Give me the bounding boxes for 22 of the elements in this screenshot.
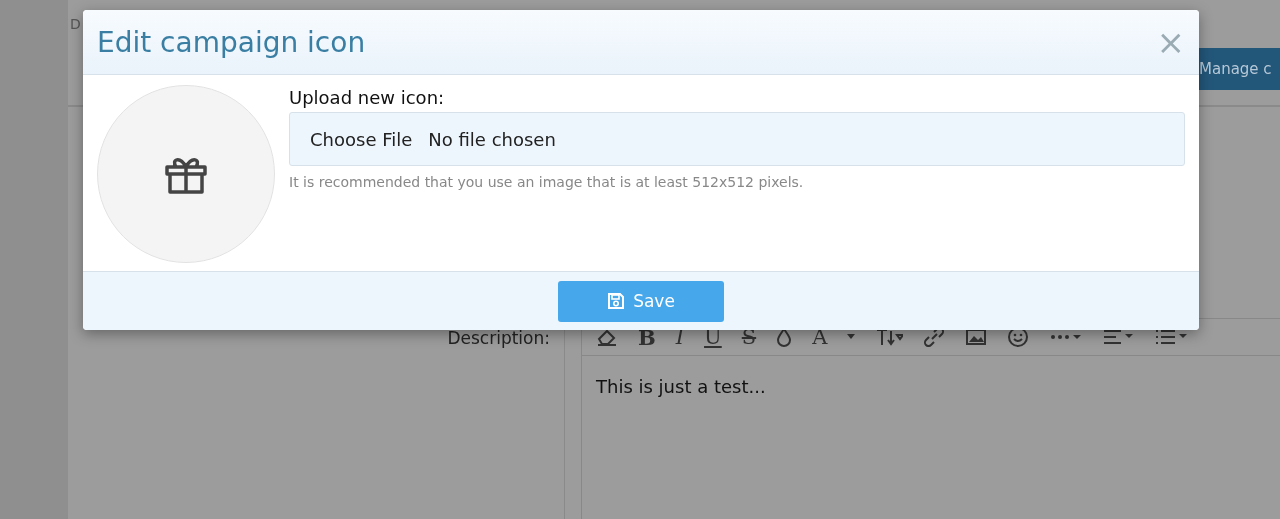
- close-button[interactable]: ×: [1156, 25, 1185, 59]
- manage-button[interactable]: Manage c: [1197, 48, 1280, 90]
- dialog-title: Edit campaign icon: [97, 25, 366, 59]
- link-icon[interactable]: [923, 327, 946, 347]
- more-icon[interactable]: [1049, 332, 1084, 342]
- choose-file-button[interactable]: Choose File: [310, 128, 413, 150]
- upload-label: Upload new icon:: [289, 87, 446, 108]
- file-status: No file chosen: [428, 128, 556, 150]
- save-button[interactable]: Save: [558, 280, 724, 322]
- file-input[interactable]: Choose File No file chosen: [289, 112, 1185, 166]
- font-size-icon[interactable]: [875, 327, 904, 347]
- description-label: Description:: [447, 328, 550, 350]
- caret-icon[interactable]: [847, 334, 856, 340]
- save-icon: [607, 292, 626, 310]
- eraser-icon[interactable]: [596, 327, 618, 347]
- droplet-icon[interactable]: [776, 327, 793, 347]
- list-icon[interactable]: [1155, 328, 1190, 346]
- align-icon[interactable]: [1103, 328, 1136, 346]
- editor-text: This is just a test...: [596, 376, 766, 397]
- breadcrumb[interactable]: D: [70, 16, 81, 32]
- image-icon[interactable]: [965, 327, 988, 347]
- hint-text: It is recommended that you use an image that is at least 512x512 pixels.: [289, 174, 805, 190]
